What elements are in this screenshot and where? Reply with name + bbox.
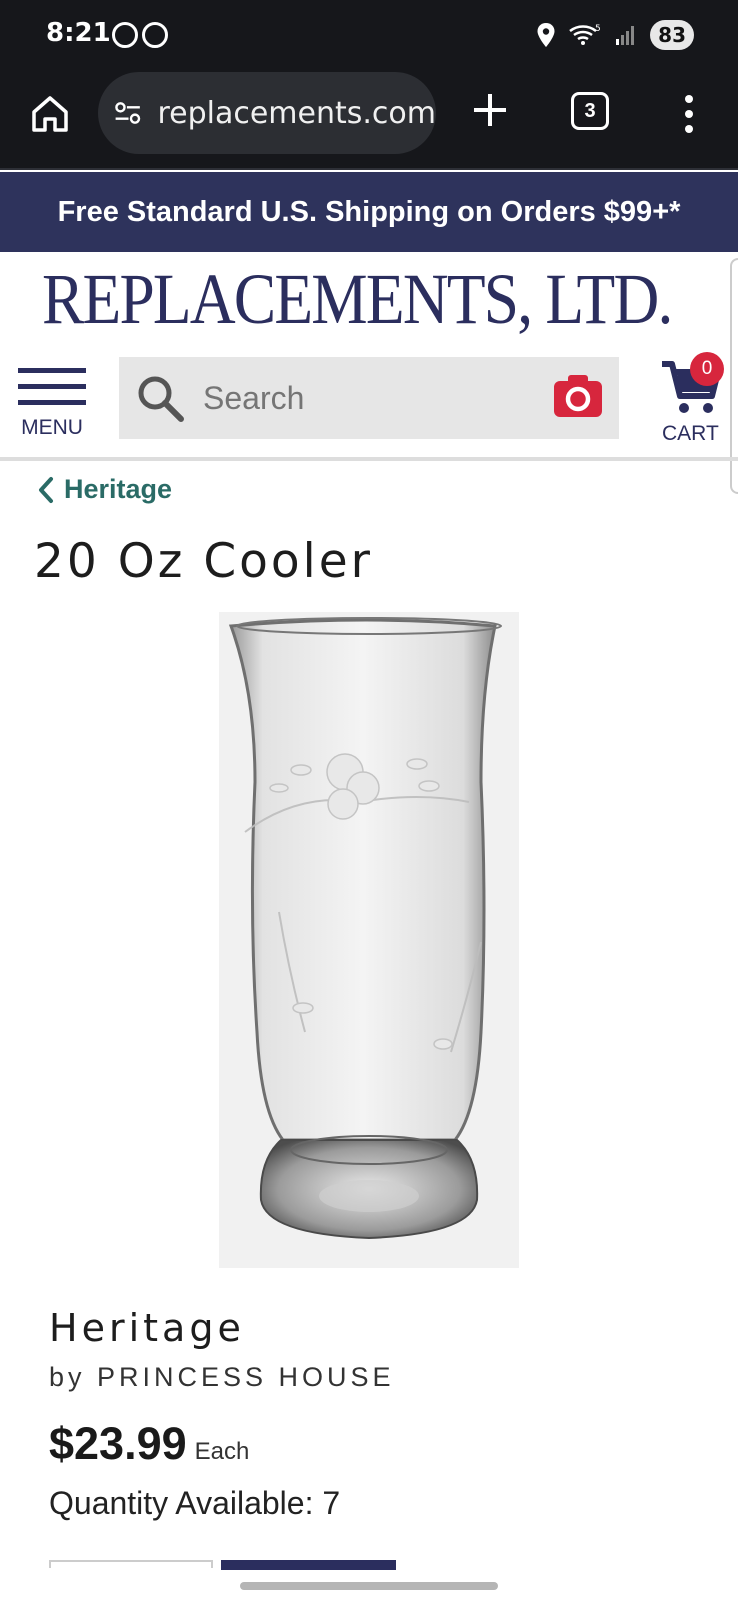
add-to-cart-button[interactable] [221,1560,396,1570]
site-logo[interactable]: REPLACEMENTS, LTD. [42,258,673,341]
menu-label: MENU [21,416,83,439]
header-divider [0,457,738,461]
signal-icon [616,26,635,45]
chevron-left-icon [39,476,53,503]
site-settings-icon[interactable] [114,98,141,128]
tab-switcher-button[interactable]: 3 [571,92,609,130]
browser-toolbar: replacements.com 3 [0,70,738,170]
product-image[interactable] [219,612,519,1268]
camera-icon[interactable] [553,373,603,419]
status-indicators: 5 83 [536,20,694,50]
page-title: 20 Oz Cooler [34,534,373,589]
glass-illustration [228,617,502,1240]
price-unit: Each [194,1438,250,1465]
product-price: $23.99 [49,1418,187,1469]
cart-button[interactable]: 0 CART [660,352,724,448]
quantity-available: Quantity Available: 7 [49,1485,341,1521]
threads-icon [142,22,168,48]
search-input[interactable] [203,379,543,417]
search-bar[interactable] [119,357,619,439]
address-bar[interactable]: replacements.com [98,72,436,154]
location-icon [537,23,555,47]
status-bar: 8:21 5 83 [0,0,738,70]
cart-count-badge: 0 [690,352,724,386]
menu-button[interactable]: MENU [18,368,88,448]
hamburger-icon [18,368,88,405]
shipping-promo-banner[interactable]: Free Standard U.S. Shipping on Orders $9… [0,172,738,252]
breadcrumb-label[interactable]: Heritage [64,474,172,505]
breadcrumb[interactable]: Heritage [38,474,172,505]
pinterest-icon [112,22,138,48]
search-icon [138,376,184,422]
product-pattern-name[interactable]: Heritage [49,1306,245,1350]
gesture-nav-bar[interactable] [240,1582,498,1590]
plus-icon[interactable] [468,88,512,132]
network-type-label: 5 [595,24,601,34]
battery-level: 83 [650,20,694,50]
url-text[interactable]: replacements.com [157,96,436,131]
status-time: 8:21 [46,18,111,48]
product-brand[interactable]: by PRINCESS HOUSE [49,1362,395,1393]
cart-label: CART [662,422,719,445]
quantity-select[interactable] [49,1560,213,1568]
more-vert-icon[interactable] [682,94,696,134]
price-row: $23.99 Each [49,1418,249,1470]
home-icon[interactable] [28,92,72,136]
wifi-icon: 5 [569,24,601,45]
